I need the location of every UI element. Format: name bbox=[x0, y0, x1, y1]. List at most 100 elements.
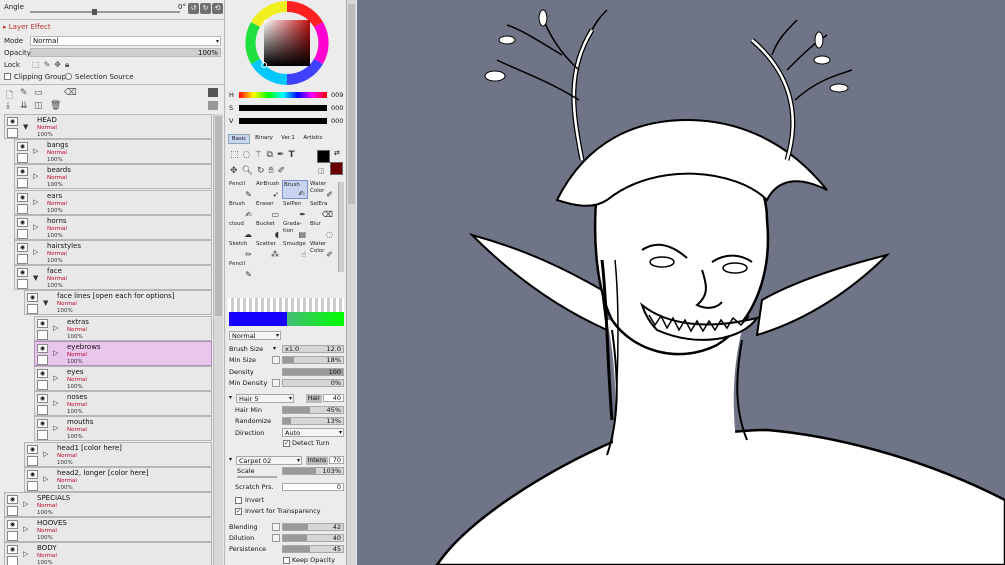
chevron-right-icon[interactable]: ▷ bbox=[23, 500, 28, 508]
chevron-right-icon[interactable]: ▷ bbox=[53, 374, 58, 382]
tab-basic[interactable]: Basic bbox=[228, 134, 250, 144]
tool-bucket[interactable]: Bucket ◖ bbox=[255, 220, 281, 239]
layer-list-scrollbar[interactable] bbox=[213, 114, 223, 565]
scrollbar-thumb[interactable] bbox=[348, 4, 355, 204]
angle-slider[interactable] bbox=[30, 11, 180, 13]
color-wheel[interactable] bbox=[238, 0, 336, 86]
chevron-down-icon[interactable]: ▾ bbox=[229, 394, 232, 401]
mixing-color-left[interactable] bbox=[229, 312, 287, 326]
lock-transparency-icon[interactable]: ⬚ bbox=[32, 60, 44, 69]
layer-lock-checkbox[interactable] bbox=[37, 329, 48, 340]
eye-icon[interactable]: ◉ bbox=[37, 369, 48, 378]
chevron-right-icon[interactable]: ▷ bbox=[33, 198, 38, 206]
tool-selera[interactable]: SelEra ⌫ bbox=[309, 200, 335, 219]
chevron-right-icon[interactable]: ▷ bbox=[53, 324, 58, 332]
text-icon[interactable]: T bbox=[288, 150, 298, 160]
layer-row[interactable]: ◉ ▷ bangs Normal 100% bbox=[14, 139, 212, 165]
dilution-slider[interactable]: 40 bbox=[282, 534, 344, 542]
selection-source-radio[interactable] bbox=[65, 73, 72, 80]
layer-lock-checkbox[interactable] bbox=[27, 480, 38, 491]
background-color-swatch[interactable] bbox=[330, 162, 343, 175]
layer-lock-checkbox[interactable] bbox=[7, 506, 18, 516]
eye-icon[interactable]: ◉ bbox=[37, 419, 48, 429]
clipping-group-checkbox[interactable] bbox=[4, 73, 11, 80]
layer-row[interactable]: ◉ ▷ SPECIALS Normal 100% bbox=[4, 492, 212, 517]
rect-select-icon[interactable]: ⬚ bbox=[230, 150, 243, 160]
pressure-toggle[interactable] bbox=[272, 534, 280, 542]
rotate-left-icon[interactable]: ↺ bbox=[188, 3, 199, 14]
layer-row[interactable]: ◉ ▷ beards Normal 100% bbox=[14, 164, 212, 190]
tool-grid-scrollbar[interactable] bbox=[338, 182, 344, 272]
tab-artistic[interactable]: Artistic bbox=[300, 134, 326, 144]
pressure-toggle[interactable] bbox=[272, 356, 280, 364]
min-density-slider[interactable]: 0% bbox=[282, 379, 344, 387]
layer-row[interactable]: ◉ ▷ head2, longer [color here] Normal 100% bbox=[24, 466, 212, 492]
layer-lock-checkbox[interactable] bbox=[17, 254, 28, 264]
layer-row[interactable]: ◉ ▷ horns Normal 100% bbox=[14, 214, 212, 240]
rotate-right-icon[interactable]: ↻ bbox=[200, 3, 211, 14]
tool-airbrush[interactable]: AirBrush ➶ bbox=[255, 180, 281, 199]
keep-opacity-checkbox[interactable] bbox=[283, 557, 290, 564]
layer-lock-checkbox[interactable] bbox=[17, 203, 28, 214]
eye-icon[interactable]: ◉ bbox=[7, 545, 18, 555]
hand-icon[interactable]: ✋︎ bbox=[269, 166, 278, 176]
density-slider[interactable]: 100 bbox=[282, 368, 344, 376]
eye-icon[interactable]: ◉ bbox=[27, 293, 38, 303]
reset-rotation-icon[interactable]: ⟲ bbox=[212, 3, 223, 14]
eye-icon[interactable]: ◉ bbox=[27, 444, 38, 454]
chevron-right-icon[interactable]: ▷ bbox=[33, 223, 38, 231]
layer-row[interactable]: ◉ ▷ eyebrows Normal 100% bbox=[34, 340, 212, 366]
min-size-slider[interactable]: 18% bbox=[282, 356, 344, 364]
lasso-icon[interactable]: ◌ bbox=[243, 150, 255, 160]
layer-row[interactable]: ◉ ▷ head1 [color here] Normal 100% bbox=[24, 441, 212, 467]
layer-effect-toggle[interactable]: ▸ Layer Effect bbox=[3, 23, 51, 31]
eye-icon[interactable]: ◉ bbox=[37, 318, 48, 328]
chevron-right-icon[interactable]: ▷ bbox=[23, 550, 28, 558]
texture-select[interactable]: Carpet 02 ▾ bbox=[236, 456, 302, 465]
chevron-right-icon[interactable]: ▷ bbox=[33, 248, 38, 256]
tool-water-color[interactable]: Water Color ✐ bbox=[309, 240, 335, 259]
move-layer-icon[interactable]: ⧉ bbox=[266, 150, 276, 160]
tool-pencil[interactable]: Pencil ✎ bbox=[228, 180, 254, 199]
swap-colors-icon[interactable]: ⇄ bbox=[334, 149, 340, 157]
intens-field[interactable]: 70 bbox=[329, 456, 344, 464]
foreground-color-swatch[interactable] bbox=[317, 150, 330, 163]
randomize-slider[interactable]: 13% bbox=[282, 417, 344, 425]
chevron-down-icon[interactable]: ▼ bbox=[23, 123, 28, 131]
move-icon[interactable]: ✥ bbox=[230, 166, 242, 176]
layer-row[interactable]: ◉ ▷ eyes Normal 100% bbox=[34, 366, 212, 391]
lock-icons[interactable]: ⬚✎✥🔒︎ bbox=[32, 60, 73, 70]
mode-select[interactable]: Normal ▾ bbox=[30, 36, 221, 46]
clear-icon[interactable]: ◫ bbox=[34, 101, 43, 111]
chevron-right-icon[interactable]: ▷ bbox=[23, 525, 28, 533]
tool-scatter[interactable]: Scatter ⁂ bbox=[255, 240, 281, 259]
eye-icon[interactable]: ◉ bbox=[7, 117, 18, 126]
tool-brush[interactable]: Brush ✍ bbox=[228, 200, 254, 219]
layer-row[interactable]: ◉ ▷ HOOVES Normal 100% bbox=[4, 517, 212, 543]
tool-panel-scrollbar[interactable] bbox=[346, 0, 356, 565]
chevron-down-icon[interactable]: ▾ bbox=[229, 456, 232, 463]
scrollbar-thumb[interactable] bbox=[215, 116, 222, 316]
eye-icon[interactable]: ◉ bbox=[37, 394, 48, 404]
angle-slider-handle[interactable] bbox=[92, 9, 97, 15]
tab-binary[interactable]: Binary bbox=[253, 134, 275, 144]
eye-icon[interactable]: ◉ bbox=[17, 142, 28, 152]
tool-smudge[interactable]: Smudge ☝ bbox=[282, 240, 308, 259]
hue-slider[interactable] bbox=[239, 92, 327, 98]
canvas[interactable] bbox=[357, 0, 1005, 565]
layer-row[interactable]: ◉ ▷ ears Normal 100% bbox=[14, 189, 212, 215]
blend-mode-select[interactable]: Normal ▾ bbox=[229, 331, 281, 340]
lock-paint-icon[interactable]: ✎ bbox=[44, 60, 55, 69]
tool-water-color[interactable]: Water Color ✐ bbox=[309, 180, 335, 199]
layer-lock-checkbox[interactable] bbox=[17, 228, 28, 239]
layer-menu-icon[interactable] bbox=[208, 88, 218, 97]
eye-icon[interactable]: ◉ bbox=[17, 243, 28, 252]
eye-icon[interactable]: ◉ bbox=[27, 469, 38, 479]
eye-icon[interactable]: ◉ bbox=[37, 343, 48, 353]
tool-grada-tion[interactable]: Grada-tion ▤ bbox=[282, 220, 308, 239]
layer-row[interactable]: ◉ ▷ BODY Normal 100% bbox=[4, 542, 212, 565]
persistence-slider[interactable]: 45 bbox=[282, 545, 344, 553]
picker-icon[interactable]: ✐ bbox=[278, 166, 290, 176]
layer-row[interactable]: ◉ ▷ extras Normal 100% bbox=[34, 315, 212, 341]
magic-wand-icon[interactable]: ⚚ bbox=[254, 150, 266, 160]
